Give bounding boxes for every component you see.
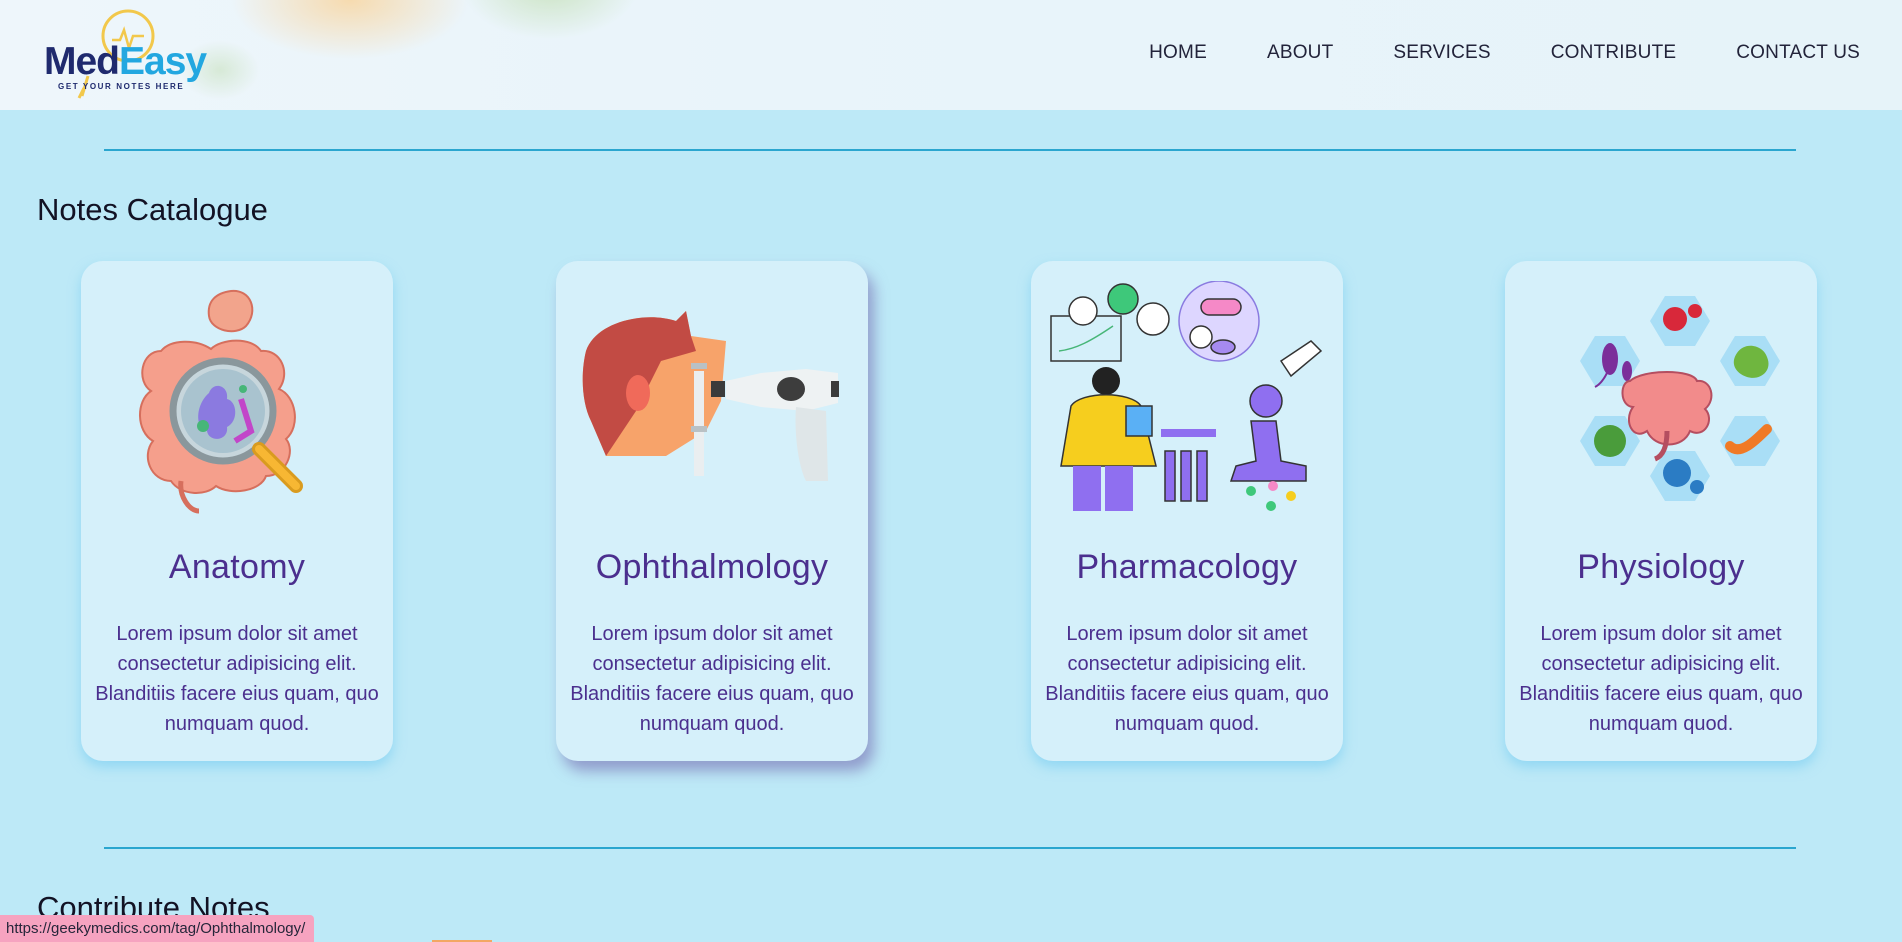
logo-wordmark: MedEasy <box>44 40 207 83</box>
eye-exam-icon <box>582 311 839 481</box>
nav-home[interactable]: HOME <box>1149 42 1207 64</box>
card-physiology[interactable]: Physiology Lorem ipsum dolor sit amet co… <box>1505 261 1817 761</box>
nav-about[interactable]: ABOUT <box>1267 42 1333 64</box>
nav-services[interactable]: SERVICES <box>1393 42 1490 64</box>
card-title: Ophthalmology <box>595 548 829 586</box>
microbes-hexagon-icon <box>1580 296 1780 501</box>
card-ophthalmology[interactable]: Ophthalmology Lorem ipsum dolor sit amet… <box>556 261 868 761</box>
card-title: Anatomy <box>168 548 306 586</box>
card-title: Physiology <box>1577 548 1745 586</box>
card-pharmacology[interactable]: Pharmacology Lorem ipsum dolor sit amet … <box>1031 261 1343 761</box>
card-anatomy[interactable]: Anatomy Lorem ipsum dolor sit amet conse… <box>81 261 393 761</box>
card-description: Lorem ipsum dolor sit amet consectetur a… <box>95 623 379 735</box>
scientist-microscope-icon <box>1050 281 1323 511</box>
site-header: MedEasy GET YOUR NOTES HERE HOME ABOUT S… <box>0 0 1902 110</box>
nav-contribute[interactable]: CONTRIBUTE <box>1551 42 1677 64</box>
link-status-bar: https://geekymedics.com/tag/Ophthalmolog… <box>0 915 315 942</box>
card-title: Pharmacology <box>1076 548 1298 586</box>
header-decoration <box>230 0 470 60</box>
card-description: Lorem ipsum dolor sit amet consectetur a… <box>570 623 854 735</box>
site-logo[interactable]: MedEasy GET YOUR NOTES HERE <box>40 6 210 106</box>
card-description: Lorem ipsum dolor sit amet consectetur a… <box>1045 623 1329 735</box>
section-divider <box>104 149 1796 151</box>
header-decoration <box>460 0 640 40</box>
nav-contact-us[interactable]: CONTACT US <box>1736 42 1860 64</box>
catalogue-title: Notes Catalogue <box>37 192 268 227</box>
section-divider <box>104 847 1796 849</box>
card-description: Lorem ipsum dolor sit amet consectetur a… <box>1519 623 1803 735</box>
main-nav: HOME ABOUT SERVICES CONTRIBUTE CONTACT U… <box>1089 42 1860 64</box>
logo-tagline: GET YOUR NOTES HERE <box>58 82 185 91</box>
intestine-magnifier-icon <box>139 289 303 514</box>
